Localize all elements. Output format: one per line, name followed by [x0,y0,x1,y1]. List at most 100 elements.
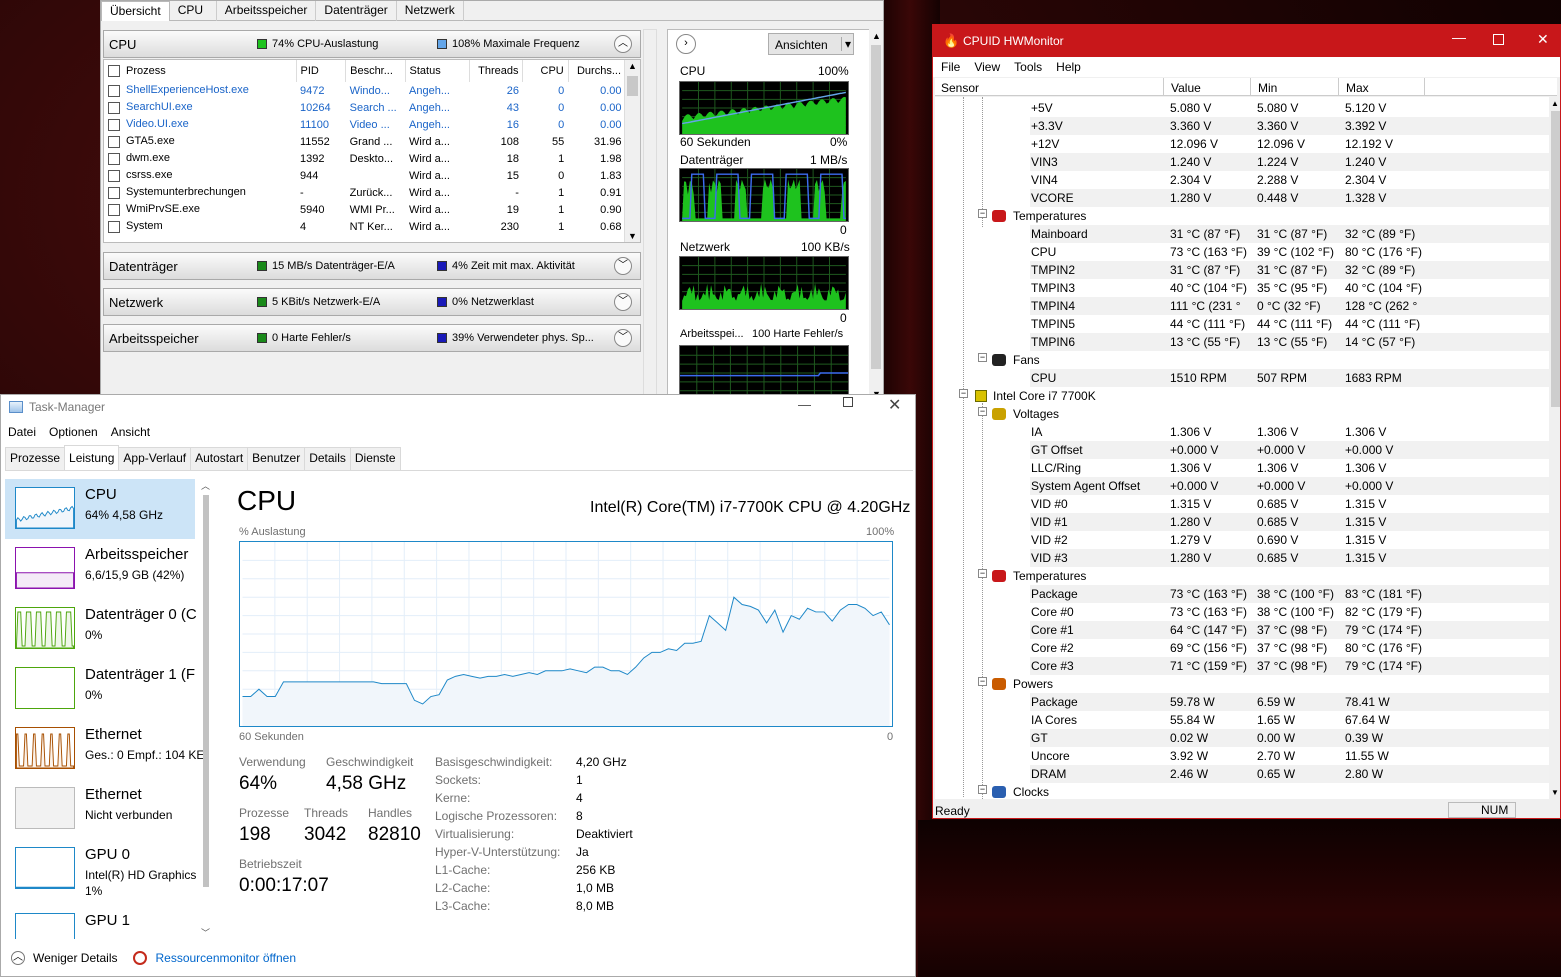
memory-section-header[interactable]: Arbeitsspeicher 0 Harte Fehler/s 39% Ver… [103,324,641,352]
sensor-row[interactable]: Core #2 69 °C (156 °F) 37 °C (98 °F) 80 °C … [935,639,1549,657]
sensor-row[interactable]: Core #3 71 °C (159 °F) 37 °C (98 °F) 79 °C … [935,657,1549,675]
sensor-row[interactable]: IA 1.306 V 1.306 V 1.306 V [935,423,1549,441]
tab-startup[interactable]: Autostart [190,447,249,470]
minimize-icon[interactable]: — [798,397,811,412]
col-value[interactable]: Value [1171,81,1201,95]
sensor-row[interactable]: VID #0 1.315 V 0.685 V 1.315 V [935,495,1549,513]
collapse-toggle-icon[interactable]: − [978,209,987,218]
sensor-row[interactable]: TMPIN6 13 °C (55 °F) 13 °C (55 °F) 14 °C (5… [935,333,1549,351]
sensor-group-row[interactable]: − Fans [935,351,1549,369]
collapse-toggle-icon[interactable]: − [978,785,987,794]
sensor-row[interactable]: TMPIN3 40 °C (104 °F) 35 °C (95 °F) 40 °C (… [935,279,1549,297]
tab-cpu[interactable]: CPU [170,1,217,21]
process-row[interactable]: SearchUI.exe 10264 Search ... Angeh... 43 0 0.… [104,99,626,116]
sensor-row[interactable]: +3.3V 3.360 V 3.360 V 3.392 V [935,117,1549,135]
sensor-row[interactable]: TMPIN4 111 °C (231 ° 0 °C (32 °F) 128 °C (2… [935,297,1549,315]
sidebar-item-ethernet-2[interactable]: Ethernet Nicht verbunden [5,779,195,839]
process-row[interactable]: ShellExperienceHost.exe 9472 Windo... Angeh… [104,82,626,99]
sensor-group-row[interactable]: − Temperatures [935,567,1549,585]
column-header[interactable]: Beschr... [345,60,406,82]
sensor-group-row[interactable]: − Temperatures [935,207,1549,225]
sensor-group-row[interactable]: − Voltages [935,405,1549,423]
process-row[interactable]: Systemunterbrechungen - Zurück... Wird a...… [104,184,626,201]
menu-tools[interactable]: Tools [1014,60,1042,74]
network-section-header[interactable]: Netzwerk 5 KBit/s Netzwerk-E/A 0% Netzwe… [103,288,641,316]
minimize-icon[interactable]: — [1452,29,1466,45]
sensor-row[interactable]: Mainboard 31 °C (87 °F) 31 °C (87 °F) 32 °C… [935,225,1549,243]
sidebar-scrollbar[interactable]: ︿ ﹀ [199,479,211,939]
fewer-details-link[interactable]: Weniger Details [33,951,117,965]
sensor-row[interactable]: Package 59.78 W 6.59 W 78.41 W [935,693,1549,711]
process-row[interactable]: WmiPrvSE.exe 5940 WMI Pr... Wird a... 19 1 0.9… [104,201,626,218]
sensor-row[interactable]: VID #3 1.280 V 0.685 V 1.315 V [935,549,1549,567]
sidebar-item-cpu[interactable]: CPU 64% 4,58 GHz [5,479,195,539]
open-resource-monitor-link[interactable]: Ressourcenmonitor öffnen [155,951,296,965]
collapse-chevron-up-icon[interactable]: ︿ [614,35,632,53]
views-button[interactable]: Ansichten ▾ [768,33,854,55]
maximize-icon[interactable] [843,397,853,407]
process-checkbox[interactable] [108,135,120,148]
chevron-up-icon[interactable]: ︿ [11,951,25,965]
tab-details[interactable]: Details [304,447,351,470]
column-header[interactable]: PID [296,60,347,82]
sensor-row[interactable]: Core #0 73 °C (163 °F) 38 °C (100 °F) 82 °C… [935,603,1549,621]
close-icon[interactable]: ✕ [1537,31,1549,48]
process-row[interactable]: csrss.exe 944 Wird a... 15 0 1.83 [104,167,626,184]
sensor-row[interactable]: VID #1 1.280 V 0.685 V 1.315 V [935,513,1549,531]
process-checkbox[interactable] [108,152,120,165]
sensor-row[interactable]: Core #1 64 °C (147 °F) 37 °C (98 °F) 79 °C … [935,621,1549,639]
sensor-row[interactable]: TMPIN5 44 °C (111 °F) 44 °C (111 °F) 44 °C … [935,315,1549,333]
process-checkbox[interactable] [108,84,120,97]
close-icon[interactable]: ✕ [888,395,901,415]
sensor-tree-scrollbar[interactable]: ▲ ▼ [1549,97,1560,799]
sensor-row[interactable]: LLC/Ring 1.306 V 1.306 V 1.306 V [935,459,1549,477]
sensor-group-row[interactable]: − Powers [935,675,1549,693]
process-checkbox[interactable] [108,186,120,199]
graph-pane-scrollbar[interactable]: ▲ ▼ [869,29,883,399]
sensor-row[interactable]: GT 0.02 W 0.00 W 0.39 W [935,729,1549,747]
process-checkbox[interactable] [108,101,120,114]
sidebar-item-disk0[interactable]: Datenträger 0 (C 0% [5,599,197,659]
sensor-row[interactable]: Package 73 °C (163 °F) 38 °C (100 °F) 83 °C… [935,585,1549,603]
sidebar-item-disk1[interactable]: Datenträger 1 (F 0% [5,659,195,719]
column-header[interactable]: CPU [522,60,569,82]
col-max[interactable]: Max [1346,81,1369,95]
sensor-row[interactable]: VCORE 1.280 V 0.448 V 1.328 V [935,189,1549,207]
sensor-group-row[interactable]: − Clocks [935,783,1549,799]
col-sensor[interactable]: Sensor [941,81,979,95]
cpu-section-header[interactable]: CPU 74% CPU-Auslastung 108% Maximale Fre… [103,30,641,58]
tab-network[interactable]: Netzwerk [397,1,464,21]
col-min[interactable]: Min [1258,81,1277,95]
tab-app-history[interactable]: App-Verlauf [118,447,192,470]
process-table-scrollbar[interactable]: ▲ ▼ [624,60,640,242]
menu-view[interactable]: View [974,60,1000,74]
expand-chevron-down-icon[interactable]: ﹀ [614,329,632,347]
process-checkbox[interactable] [108,169,120,182]
collapse-toggle-icon[interactable]: − [978,677,987,686]
process-row[interactable]: System 4 NT Ker... Wird a... 230 1 0.68 [104,218,626,235]
sensor-row[interactable]: DRAM 2.46 W 0.65 W 2.80 W [935,765,1549,783]
device-row[interactable]: − Intel Core i7 7700K [935,387,1549,405]
menu-options[interactable]: Optionen [49,425,98,439]
process-row[interactable]: dwm.exe 1392 Deskto... Wird a... 18 1 1.98 [104,150,626,167]
menu-view[interactable]: Ansicht [111,425,150,439]
tab-disk[interactable]: Datenträger [316,1,397,21]
sensor-row[interactable]: +5V 5.080 V 5.080 V 5.120 V [935,99,1549,117]
maximize-icon[interactable] [1493,34,1504,45]
sidebar-item-gpu0[interactable]: GPU 0 Intel(R) HD Graphics 1% [5,839,196,899]
select-all-checkbox[interactable] [108,65,120,78]
disk-section-header[interactable]: Datenträger 15 MB/s Datenträger-E/A 4% Z… [103,252,641,280]
sidebar-item-memory[interactable]: Arbeitsspeicher 6,6/15,9 GB (42%) [5,539,195,599]
menu-file[interactable]: File [941,60,960,74]
sensor-row[interactable]: CPU 73 °C (163 °F) 39 °C (102 °F) 80 °C (17… [935,243,1549,261]
column-header[interactable]: Durchs... [568,60,627,82]
expand-arrow-icon[interactable]: › [676,34,696,54]
expand-chevron-down-icon[interactable]: ﹀ [614,293,632,311]
sensor-row[interactable]: Uncore 3.92 W 2.70 W 11.55 W [935,747,1549,765]
process-row[interactable]: Video.UI.exe 11100 Video ... Angeh... 16 0 0.0… [104,116,626,133]
menu-help[interactable]: Help [1056,60,1081,74]
sensor-row[interactable]: System Agent Offset +0.000 V +0.000 V +0.00… [935,477,1549,495]
sensor-row[interactable]: TMPIN2 31 °C (87 °F) 31 °C (87 °F) 32 °C (8… [935,261,1549,279]
column-header[interactable]: Threads [469,60,524,82]
sidebar-item-gpu1[interactable]: GPU 1 [5,905,195,939]
